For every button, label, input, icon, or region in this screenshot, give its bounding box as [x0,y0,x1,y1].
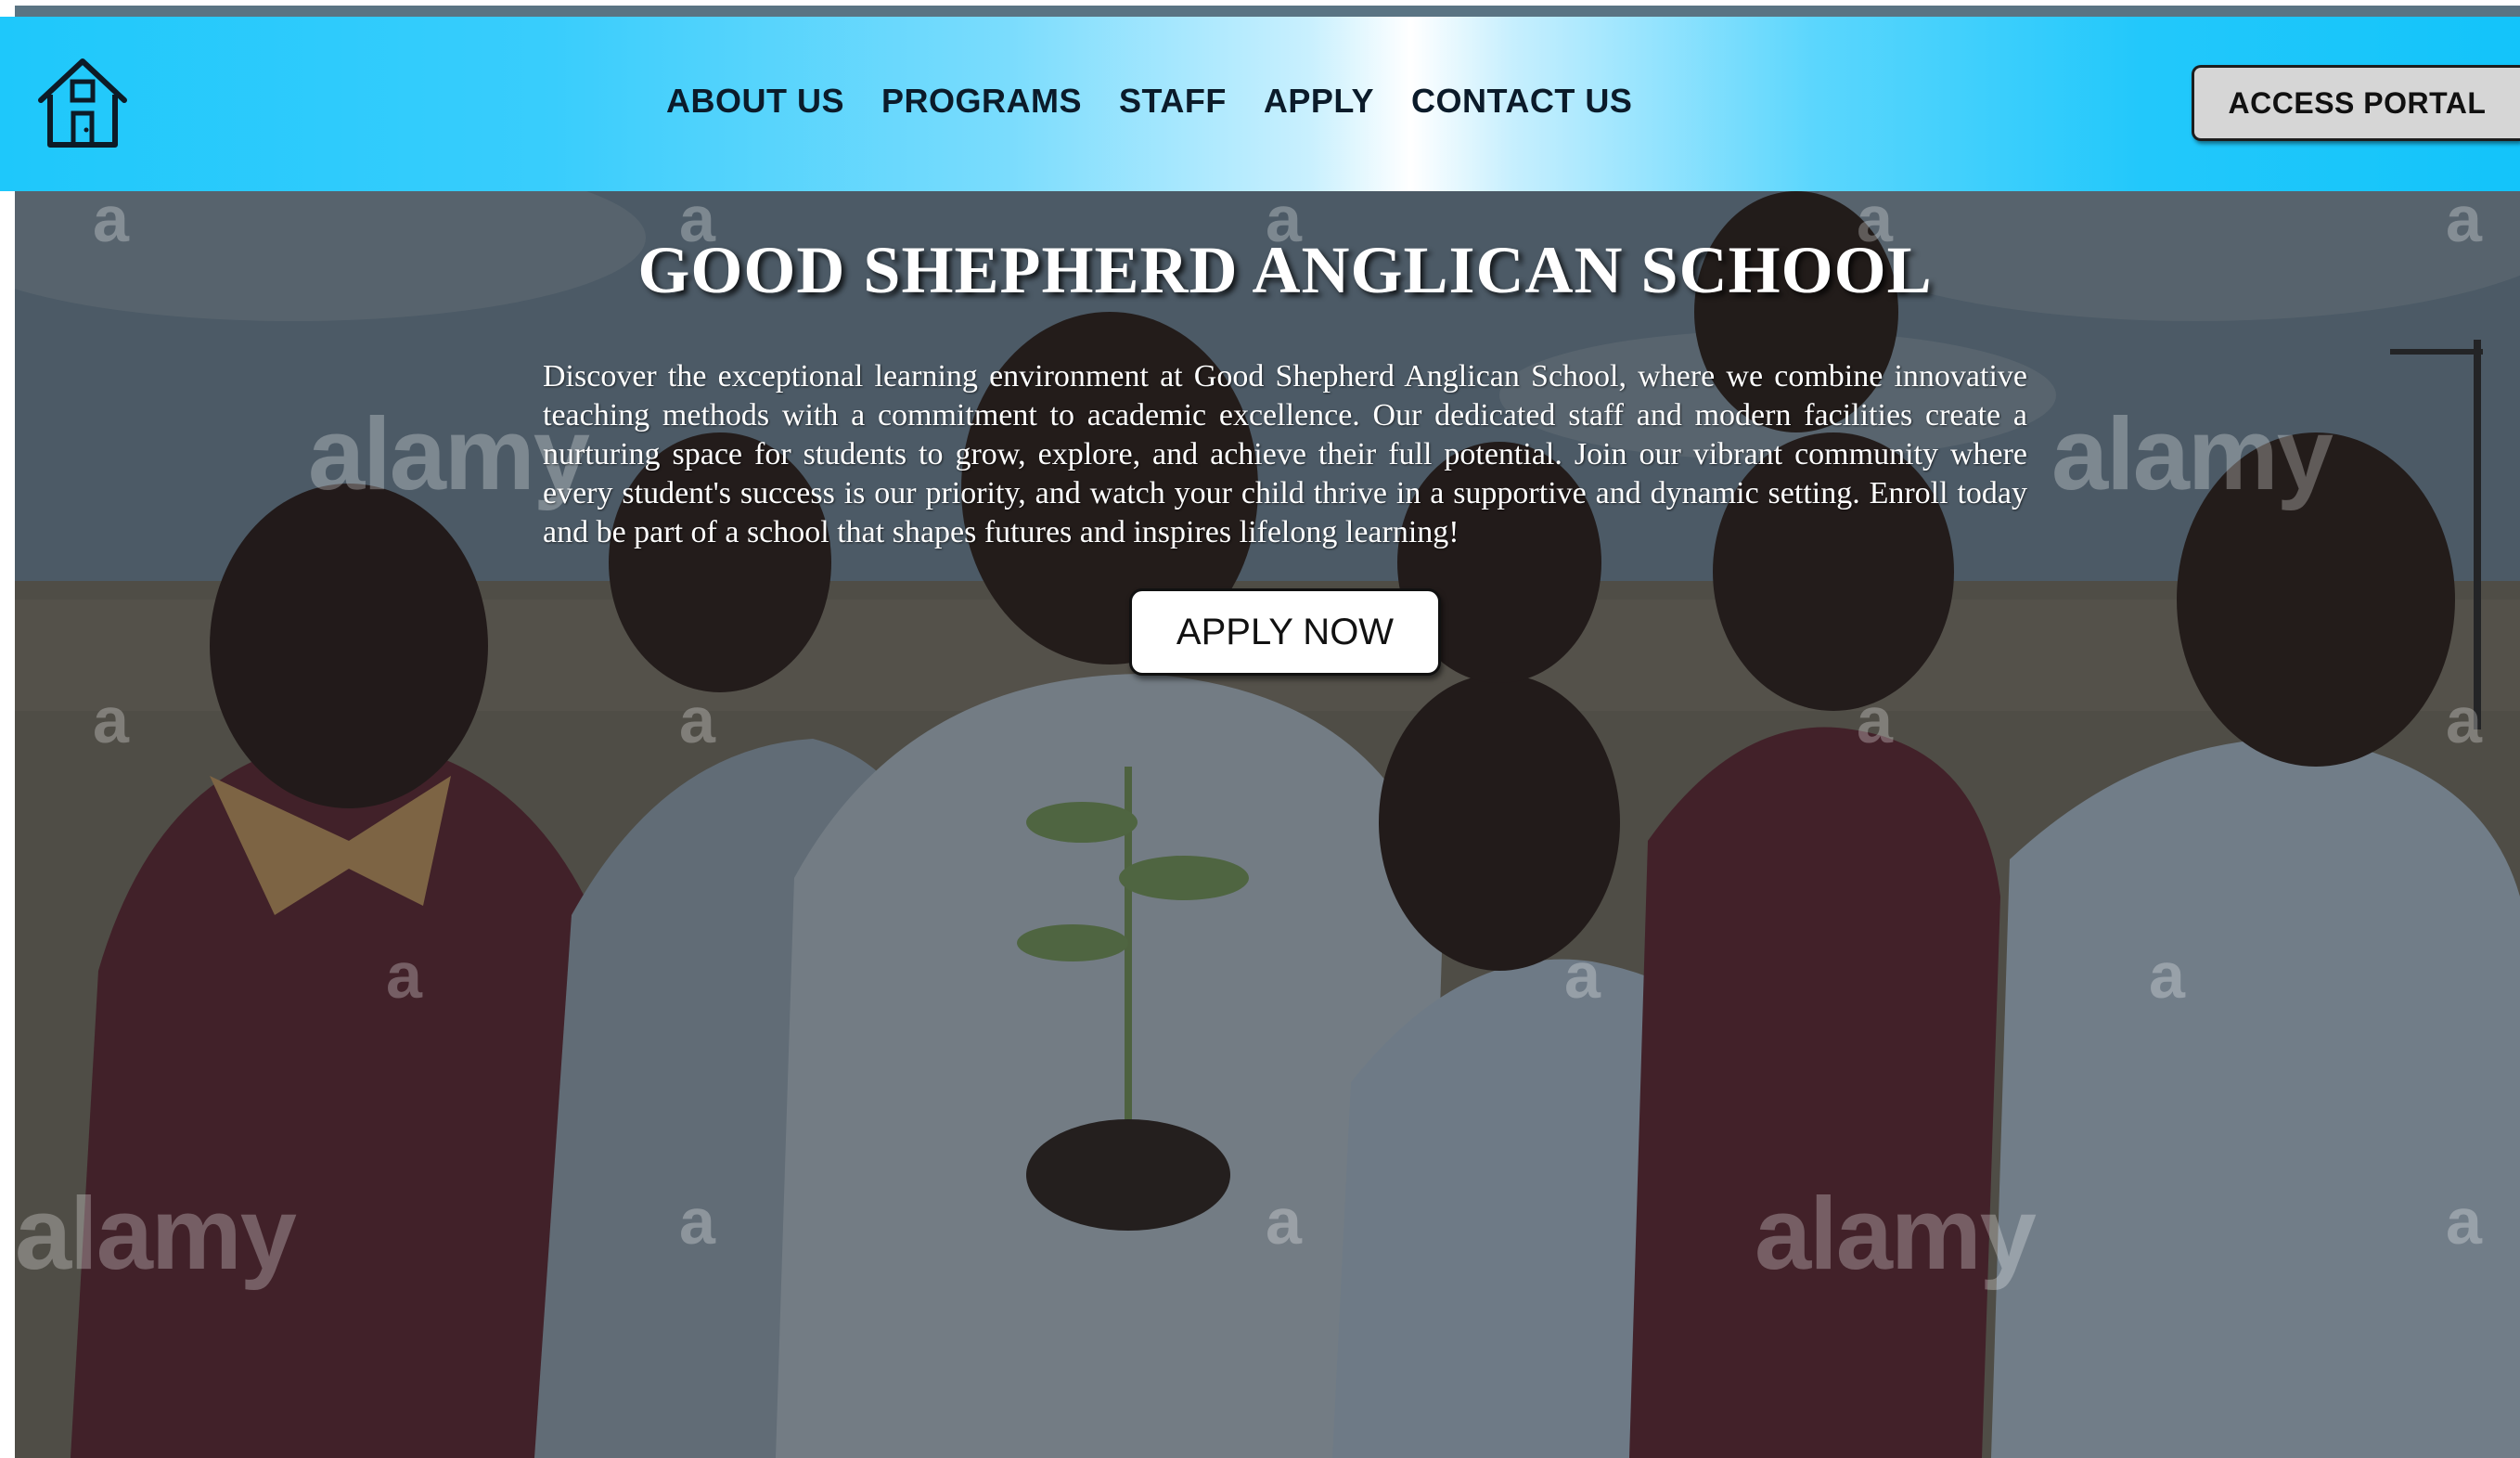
nav-programs[interactable]: PROGRAMS [881,82,1082,121]
watermark-letter: a [2149,939,2185,1012]
watermark-letter: a [386,939,422,1012]
page-title: GOOD SHEPHERD ANGLICAN SCHOOL [637,233,1933,307]
nav-contact-us[interactable]: CONTACT US [1411,82,1632,121]
apply-now-button[interactable]: APPLY NOW [1129,588,1441,676]
watermark-alamy: alamy [1755,1177,2037,1291]
nav-about-us[interactable]: ABOUT US [666,82,844,121]
watermark-letter: a [2446,1185,2482,1258]
nav-apply[interactable]: APPLY [1264,82,1374,121]
watermark-letter: a [1564,939,1601,1012]
top-edge-strip [15,6,2520,17]
watermark-letter: a [93,684,129,756]
page: alamy alamy alamy alamy a a a a a a a a … [0,0,2520,1458]
watermark-letter: a [2446,684,2482,756]
watermark-alamy: alamy [15,1177,297,1291]
watermark-alamy: alamy [2051,397,2334,511]
hero-background-image: alamy alamy alamy alamy a a a a a a a a … [15,6,2520,1458]
site-header: ABOUT US PROGRAMS STAFF APPLY CONTACT US… [0,17,2520,191]
house-icon[interactable] [33,54,132,152]
watermark-letter: a [1266,1185,1302,1258]
watermark-letter: a [679,684,715,756]
intro-paragraph: Discover the exceptional learning enviro… [543,359,2027,549]
main-nav: ABOUT US PROGRAMS STAFF APPLY CONTACT US [666,82,1632,121]
watermark-letter: a [679,1185,715,1258]
nav-staff[interactable]: STAFF [1119,82,1227,121]
access-portal-button[interactable]: ACCESS PORTAL [2192,65,2520,141]
watermark-letter: a [1857,684,1893,756]
